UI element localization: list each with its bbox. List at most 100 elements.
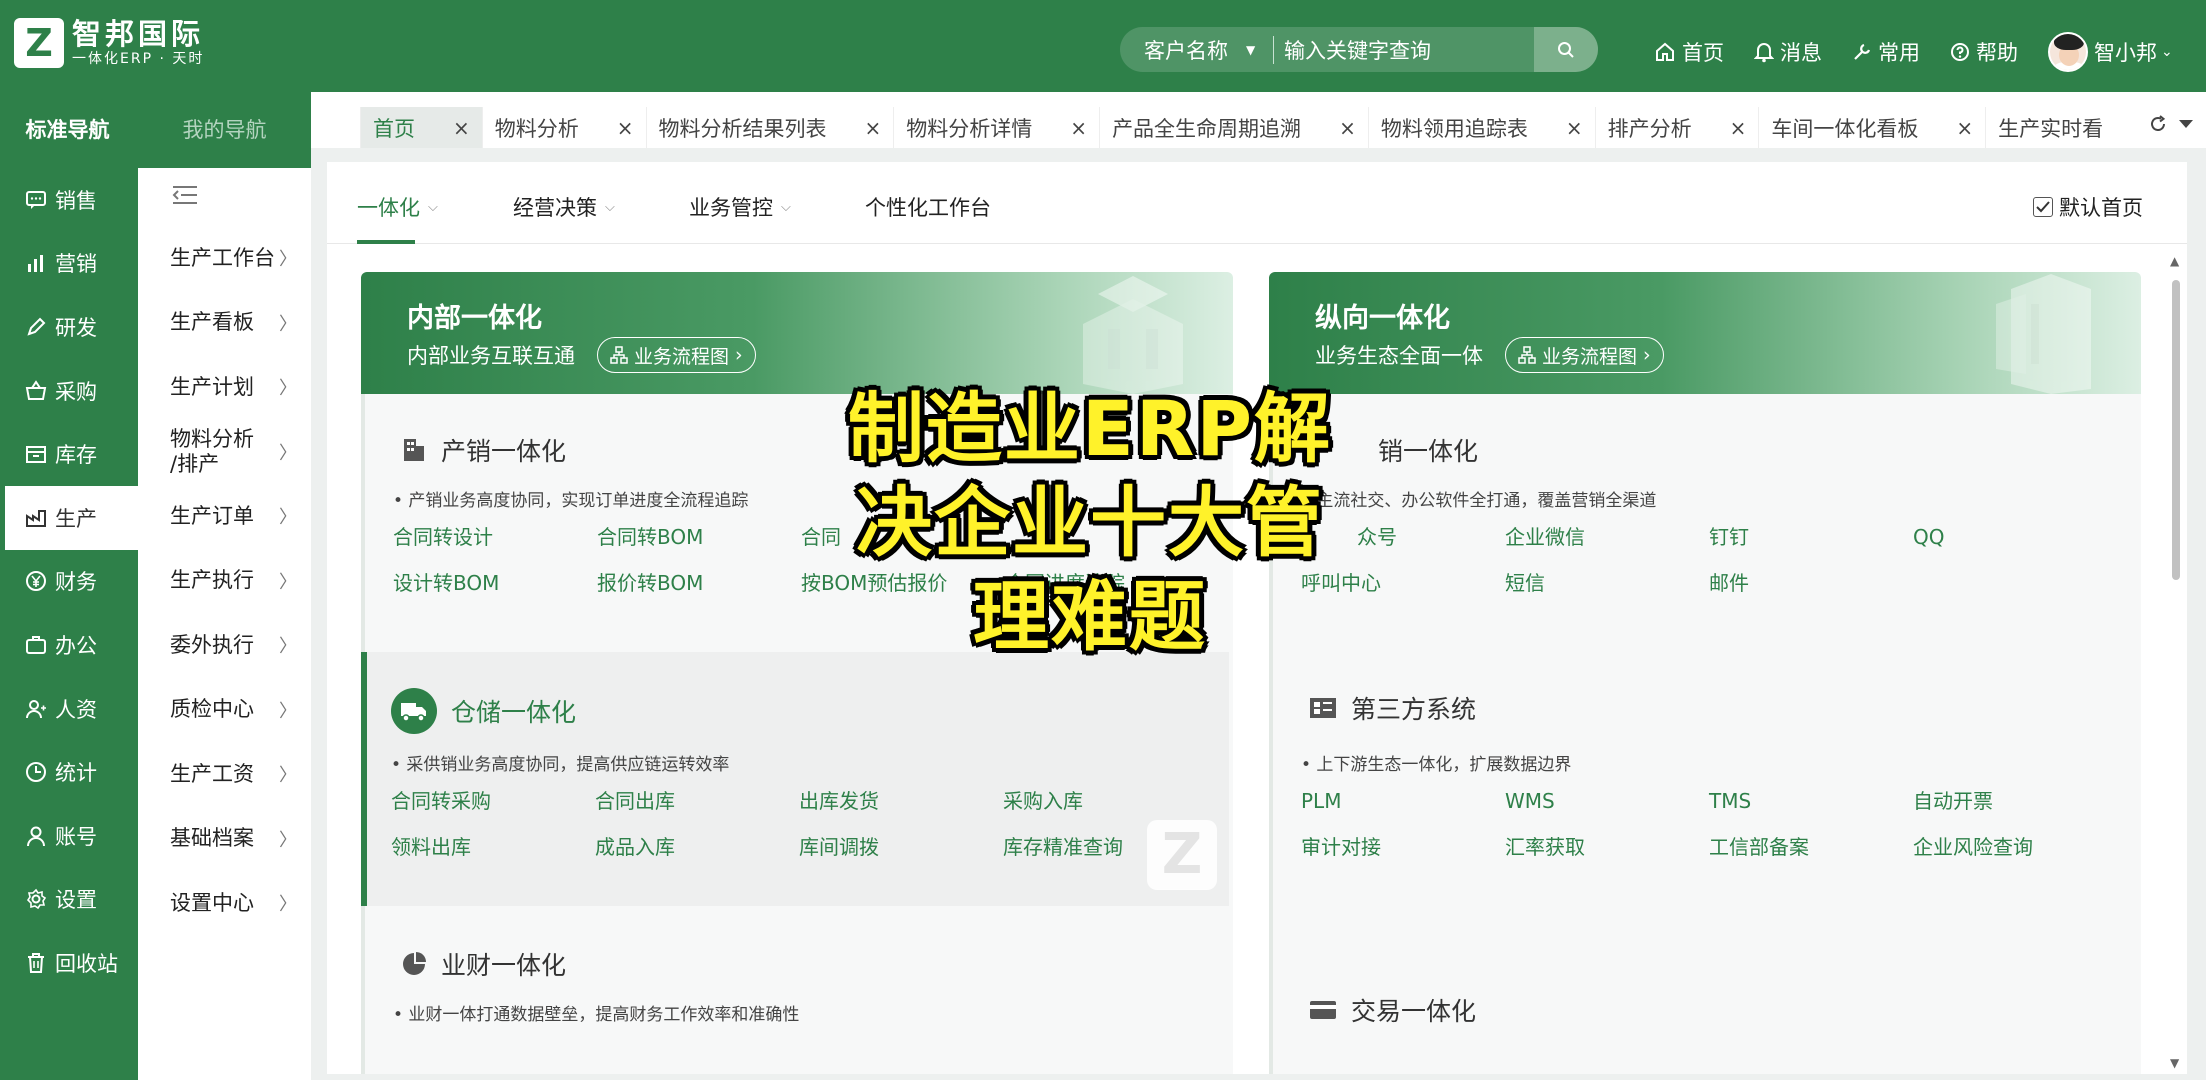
link-sms[interactable]: 短信 [1505,570,1709,596]
tab[interactable]: 车间一体化看板 × [1758,107,1985,148]
link-email[interactable]: 邮件 [1709,570,1913,596]
submenu-label: 生产工作台 [170,245,275,270]
tab[interactable]: 生产实时看 [1985,107,2114,148]
sidebar-item-factory[interactable]: 生产 [5,485,138,550]
sidebar-item-clock[interactable]: 统计 [5,740,138,804]
nav-messages[interactable]: 消息 [1754,37,1822,67]
search-button[interactable] [1534,27,1598,72]
flow-chart-button[interactable]: 业务流程图 › [597,337,756,373]
sidebar-item-chat[interactable]: 销售 [5,168,138,232]
submenu-item[interactable]: 生产工资 〉 [138,742,311,807]
link-material-outbound[interactable]: 领料出库 [391,834,595,860]
sidebar-item-basket[interactable]: 采购 [5,359,138,423]
link-enterprise-risk[interactable]: 企业风险查询 [1913,834,2117,860]
link-wecom[interactable]: 企业微信 [1505,524,1709,550]
submenu-label: 质检中心 [170,697,254,722]
subnav-decision[interactable]: 经营决策 ⌵ [513,192,615,222]
link-miit-filing[interactable]: 工信部备案 [1709,834,1913,860]
chevron-right-icon: 〉 [279,249,297,271]
nav-home[interactable]: 首页 [1654,37,1724,67]
submenu-item[interactable]: 基础档案 〉 [138,807,311,872]
sidebar-item-box[interactable]: 库存 [5,422,138,486]
subnav-integration[interactable]: 一体化 ⌵ [357,192,438,222]
link-wms[interactable]: WMS [1505,788,1709,814]
my-nav-title[interactable]: 我的导航 [138,92,311,168]
section-business-finance: 业财一体化 • 业财一体打通数据壁垒，提高财务工作效率和准确性 [365,906,1233,1074]
chevron-right-icon: 〉 [279,829,297,851]
link-dingtalk[interactable]: 钉钉 [1709,524,1913,550]
clock-icon [26,762,46,783]
link-warehouse-transfer[interactable]: 库间调拨 [799,834,1003,860]
wrench-icon [1854,43,1871,60]
watermark-logo: Z [1147,820,1217,890]
link-outbound-shipping[interactable]: 出库发货 [799,788,1003,814]
sidebar-title[interactable]: 标准导航 [5,92,138,168]
sidebar-item-chart[interactable]: 营销 [5,232,138,296]
close-icon[interactable]: × [1730,116,1747,140]
collapse-menu-icon[interactable] [171,184,199,210]
close-icon[interactable]: × [1339,116,1356,140]
close-icon[interactable]: × [1070,116,1087,140]
search-type-select[interactable]: 客户名称 ▼ [1120,35,1274,64]
subnav-control[interactable]: 业务管控 ⌵ [689,192,791,222]
submenu-item[interactable]: 委外执行 〉 [138,613,311,678]
tab[interactable]: 产品全生命周期追溯 × [1099,107,1368,148]
tab[interactable]: 排产分析 × [1594,107,1759,148]
tab[interactable]: 物料分析结果列表 × [645,107,894,148]
link-plm[interactable]: PLM [1301,788,1505,814]
bell-icon [1754,43,1774,63]
submenu-item[interactable]: 物料分析 /排产 〉 [138,420,311,485]
close-icon[interactable]: × [865,116,882,140]
sidebar-item-label: 销售 [55,188,97,213]
sidebar-item-trash[interactable]: 回收站 [5,931,138,995]
link-exchange-rate[interactable]: 汇率获取 [1505,834,1709,860]
submenu-item[interactable]: 生产执行 〉 [138,549,311,614]
caret-down-icon[interactable] [2178,118,2194,130]
link-audit[interactable]: 审计对接 [1301,834,1505,860]
link-contract-to-design[interactable]: 合同转设计 [393,524,597,550]
refresh-icon[interactable] [2148,114,2168,134]
link-tms[interactable]: TMS [1709,788,1913,814]
close-icon[interactable]: × [1566,116,1583,140]
link-product-inbound[interactable]: 成品入库 [595,834,799,860]
link-design-to-bom[interactable]: 设计转BOM [393,570,597,596]
tab[interactable]: 物料分析 × [481,107,646,148]
scrollbar[interactable]: ▲ ▼ [2165,244,2187,1074]
link-empty[interactable] [1913,570,2117,596]
scroll-up-icon[interactable]: ▲ [2170,254,2179,268]
submenu-item[interactable]: 质检中心 〉 [138,678,311,743]
link-contract-to-purchase[interactable]: 合同转采购 [391,788,595,814]
sidebar-item-user[interactable]: 人资 [5,677,138,741]
scrollbar-thumb[interactable] [2172,280,2180,580]
default-home-checkbox[interactable]: 默认首页 [2033,192,2143,222]
nav-common[interactable]: 常用 [1852,37,1920,67]
sidebar-item-briefcase[interactable]: 办公 [5,613,138,677]
close-icon[interactable]: × [453,116,470,140]
sidebar-item-person[interactable]: 账号 [5,804,138,868]
sidebar-item-gear[interactable]: 设置 [5,868,138,932]
submenu-item[interactable]: 生产订单 〉 [138,484,311,549]
scroll-down-icon[interactable]: ▼ [2170,1056,2179,1070]
submenu-item[interactable]: 设置中心 〉 [138,871,311,936]
link-contract-outbound[interactable]: 合同出库 [595,788,799,814]
subnav-label: 经营决策 [513,196,597,220]
sidebar-item-pen[interactable]: 研发 [5,295,138,359]
submenu-item[interactable]: 生产看板 〉 [138,291,311,356]
flow-chart-button[interactable]: 业务流程图 › [1505,337,1664,373]
tab[interactable]: 物料分析详情 × [893,107,1099,148]
close-icon[interactable]: × [1956,116,1973,140]
link-auto-invoice[interactable]: 自动开票 [1913,788,2117,814]
link-purchase-inbound[interactable]: 采购入库 [1003,788,1207,814]
user-menu[interactable]: 智小邦 ⌄ [2048,32,2173,72]
close-icon[interactable]: × [617,116,634,140]
tab[interactable]: 首页 × [360,107,482,148]
nav-help[interactable]: 帮助 [1950,37,2018,67]
subnav-personal[interactable]: 个性化工作台 [865,192,991,222]
tab[interactable]: 物料领用追踪表 × [1367,107,1595,148]
submenu-item[interactable]: 生产计划 〉 [138,355,311,420]
search-input[interactable]: 输入关键字查询 [1274,35,1534,65]
link-qq[interactable]: QQ [1913,524,2117,550]
brand-logo[interactable]: Z 智邦国际 一体化ERP · 天时 [14,18,204,68]
sidebar-item-yen[interactable]: 财务 [5,550,138,614]
submenu-item[interactable]: 生产工作台〉 [138,226,311,291]
